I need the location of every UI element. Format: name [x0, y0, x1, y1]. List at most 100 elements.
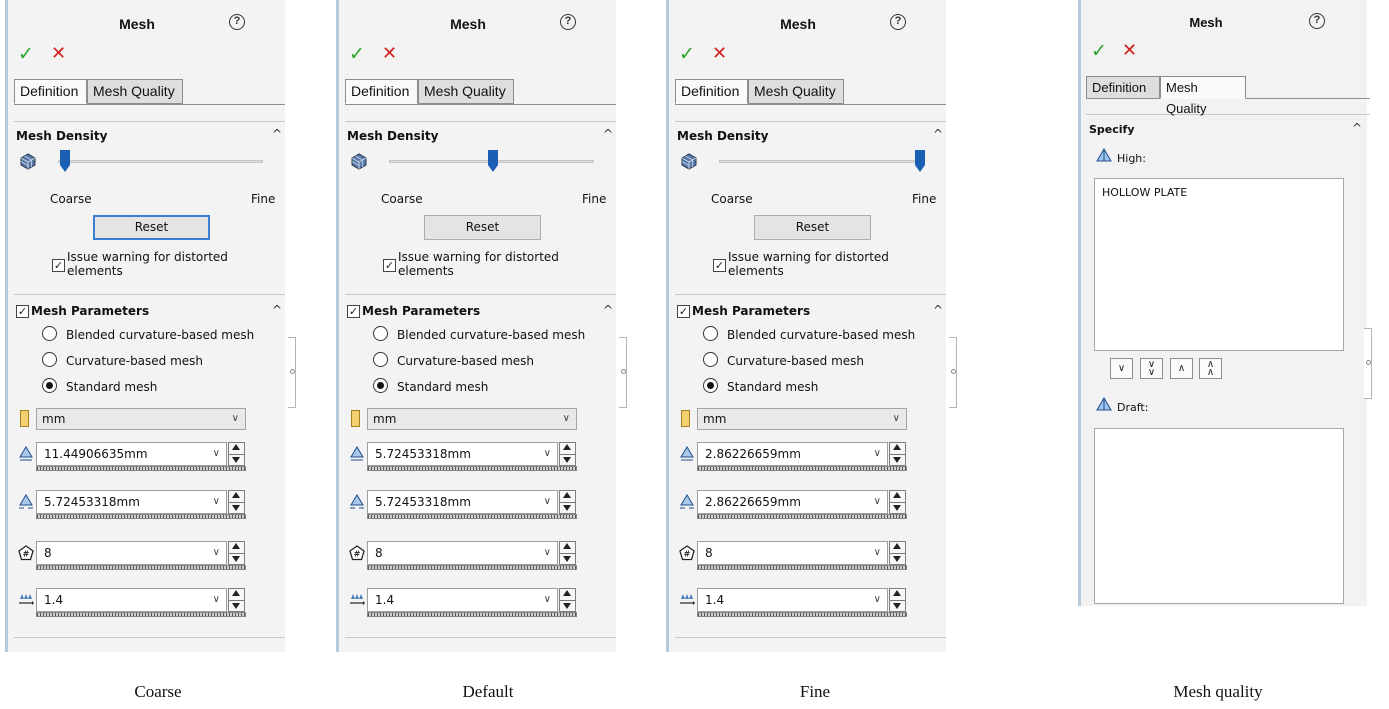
ratio-spinner[interactable] — [889, 588, 906, 612]
panel-collapse-handle[interactable] — [949, 337, 957, 408]
jacobian-spinner[interactable] — [889, 541, 906, 565]
mesh-density-slider[interactable] — [58, 160, 263, 163]
tab-definition[interactable]: Definition — [14, 79, 87, 104]
global-size-field[interactable]: 2.86226659mm ∨ — [697, 442, 888, 466]
help-icon[interactable]: ? — [1309, 13, 1325, 29]
slider-thumb[interactable] — [915, 150, 925, 172]
reset-button[interactable]: Reset — [93, 215, 210, 240]
jacobian-spinner[interactable] — [559, 541, 576, 565]
mesh-parameters-checkbox[interactable]: ✓ — [16, 305, 29, 318]
chevron-up-icon[interactable]: ^ — [1352, 121, 1362, 135]
tolerance-field[interactable]: 5.72453318mm ∨ — [367, 490, 558, 514]
panel-collapse-handle[interactable] — [288, 337, 296, 408]
ok-button[interactable]: ✓ — [349, 43, 365, 65]
radio-curvature-based[interactable] — [373, 352, 388, 367]
panel-collapse-handle[interactable] — [1364, 328, 1372, 399]
radio-standard-mesh[interactable] — [42, 378, 57, 393]
cancel-button[interactable]: ✕ — [1122, 40, 1137, 61]
radio-blended-curvature[interactable] — [42, 326, 57, 341]
warning-checkbox[interactable]: ✓ — [713, 259, 726, 272]
ok-button[interactable]: ✓ — [679, 43, 695, 65]
warning-checkbox[interactable]: ✓ — [52, 259, 65, 272]
tolerance-thumbwheel[interactable] — [367, 514, 577, 519]
reset-button[interactable]: Reset — [754, 215, 871, 240]
ratio-field[interactable]: 1.4 ∨ — [367, 588, 558, 612]
tab-definition[interactable]: Definition — [345, 79, 418, 104]
cancel-button[interactable]: ✕ — [712, 43, 727, 64]
tab-definition[interactable]: Definition — [675, 79, 748, 104]
tolerance-thumbwheel[interactable] — [697, 514, 907, 519]
jacobian-spinner[interactable] — [228, 541, 245, 565]
move-to-bottom-button[interactable]: ∨ ∨ — [1140, 358, 1163, 379]
global-size-thumbwheel[interactable] — [367, 466, 577, 471]
ratio-spinner[interactable] — [559, 588, 576, 612]
help-icon[interactable]: ? — [890, 14, 906, 30]
tab-mesh-quality[interactable]: Mesh Quality — [748, 79, 844, 104]
ratio-field[interactable]: 1.4 ∨ — [697, 588, 888, 612]
tolerance-spinner[interactable] — [559, 490, 576, 514]
ratio-thumbwheel[interactable] — [36, 612, 246, 617]
tab-definition[interactable]: Definition — [1086, 76, 1160, 99]
move-up-button[interactable]: ∧ — [1170, 358, 1193, 379]
tolerance-spinner[interactable] — [228, 490, 245, 514]
chevron-up-icon[interactable]: ^ — [272, 127, 282, 141]
jacobian-thumbwheel[interactable] — [36, 565, 246, 570]
slider-thumb[interactable] — [488, 150, 498, 172]
ok-button[interactable]: ✓ — [1091, 40, 1107, 62]
unit-dropdown[interactable]: mm ∨ — [36, 408, 246, 430]
radio-blended-curvature[interactable] — [373, 326, 388, 341]
radio-curvature-based[interactable] — [42, 352, 57, 367]
chevron-up-icon[interactable]: ^ — [603, 127, 613, 141]
panel-collapse-handle[interactable] — [619, 337, 627, 408]
chevron-up-icon[interactable]: ^ — [272, 303, 282, 317]
global-size-thumbwheel[interactable] — [697, 466, 907, 471]
tolerance-spinner[interactable] — [889, 490, 906, 514]
tab-mesh-quality[interactable]: Mesh Quality — [87, 79, 183, 104]
jacobian-points-field[interactable]: 8 ∨ — [697, 541, 888, 565]
move-to-top-button[interactable]: ∧ ∧ — [1199, 358, 1222, 379]
tolerance-thumbwheel[interactable] — [36, 514, 246, 519]
jacobian-thumbwheel[interactable] — [367, 565, 577, 570]
help-icon[interactable]: ? — [229, 14, 245, 30]
cancel-button[interactable]: ✕ — [382, 43, 397, 64]
ok-button[interactable]: ✓ — [18, 43, 34, 65]
tolerance-field[interactable]: 2.86226659mm ∨ — [697, 490, 888, 514]
global-size-spinner[interactable] — [228, 442, 245, 466]
radio-blended-curvature[interactable] — [703, 326, 718, 341]
cancel-button[interactable]: ✕ — [51, 43, 66, 64]
reset-button[interactable]: Reset — [424, 215, 541, 240]
tolerance-field[interactable]: 5.72453318mm ∨ — [36, 490, 227, 514]
ratio-field[interactable]: 1.4 ∨ — [36, 588, 227, 612]
list-item[interactable]: HOLLOW PLATE — [1102, 186, 1187, 199]
jacobian-thumbwheel[interactable] — [697, 565, 907, 570]
mesh-parameters-checkbox[interactable]: ✓ — [347, 305, 360, 318]
global-size-field[interactable]: 11.44906635mm ∨ — [36, 442, 227, 466]
ratio-spinner[interactable] — [228, 588, 245, 612]
radio-standard-mesh[interactable] — [703, 378, 718, 393]
ratio-thumbwheel[interactable] — [367, 612, 577, 617]
tab-mesh-quality[interactable]: Mesh Quality — [1160, 76, 1246, 116]
help-icon[interactable]: ? — [560, 14, 576, 30]
ratio-thumbwheel[interactable] — [697, 612, 907, 617]
chevron-up-icon[interactable]: ^ — [933, 127, 943, 141]
tab-mesh-quality[interactable]: Mesh Quality — [418, 79, 514, 104]
radio-curvature-based[interactable] — [703, 352, 718, 367]
mesh-density-slider[interactable] — [719, 160, 924, 163]
global-size-spinner[interactable] — [889, 442, 906, 466]
jacobian-points-field[interactable]: 8 ∨ — [367, 541, 558, 565]
jacobian-points-field[interactable]: 8 ∨ — [36, 541, 227, 565]
unit-dropdown[interactable]: mm ∨ — [697, 408, 907, 430]
draft-quality-list[interactable] — [1094, 428, 1344, 604]
chevron-up-icon[interactable]: ^ — [933, 303, 943, 317]
move-down-button[interactable]: ∨ — [1110, 358, 1133, 379]
global-size-field[interactable]: 5.72453318mm ∨ — [367, 442, 558, 466]
warning-checkbox[interactable]: ✓ — [383, 259, 396, 272]
unit-dropdown[interactable]: mm ∨ — [367, 408, 577, 430]
global-size-spinner[interactable] — [559, 442, 576, 466]
high-quality-list[interactable]: HOLLOW PLATE — [1094, 178, 1344, 351]
slider-thumb[interactable] — [60, 150, 70, 172]
chevron-up-icon[interactable]: ^ — [603, 303, 613, 317]
mesh-parameters-checkbox[interactable]: ✓ — [677, 305, 690, 318]
radio-standard-mesh[interactable] — [373, 378, 388, 393]
global-size-thumbwheel[interactable] — [36, 466, 246, 471]
